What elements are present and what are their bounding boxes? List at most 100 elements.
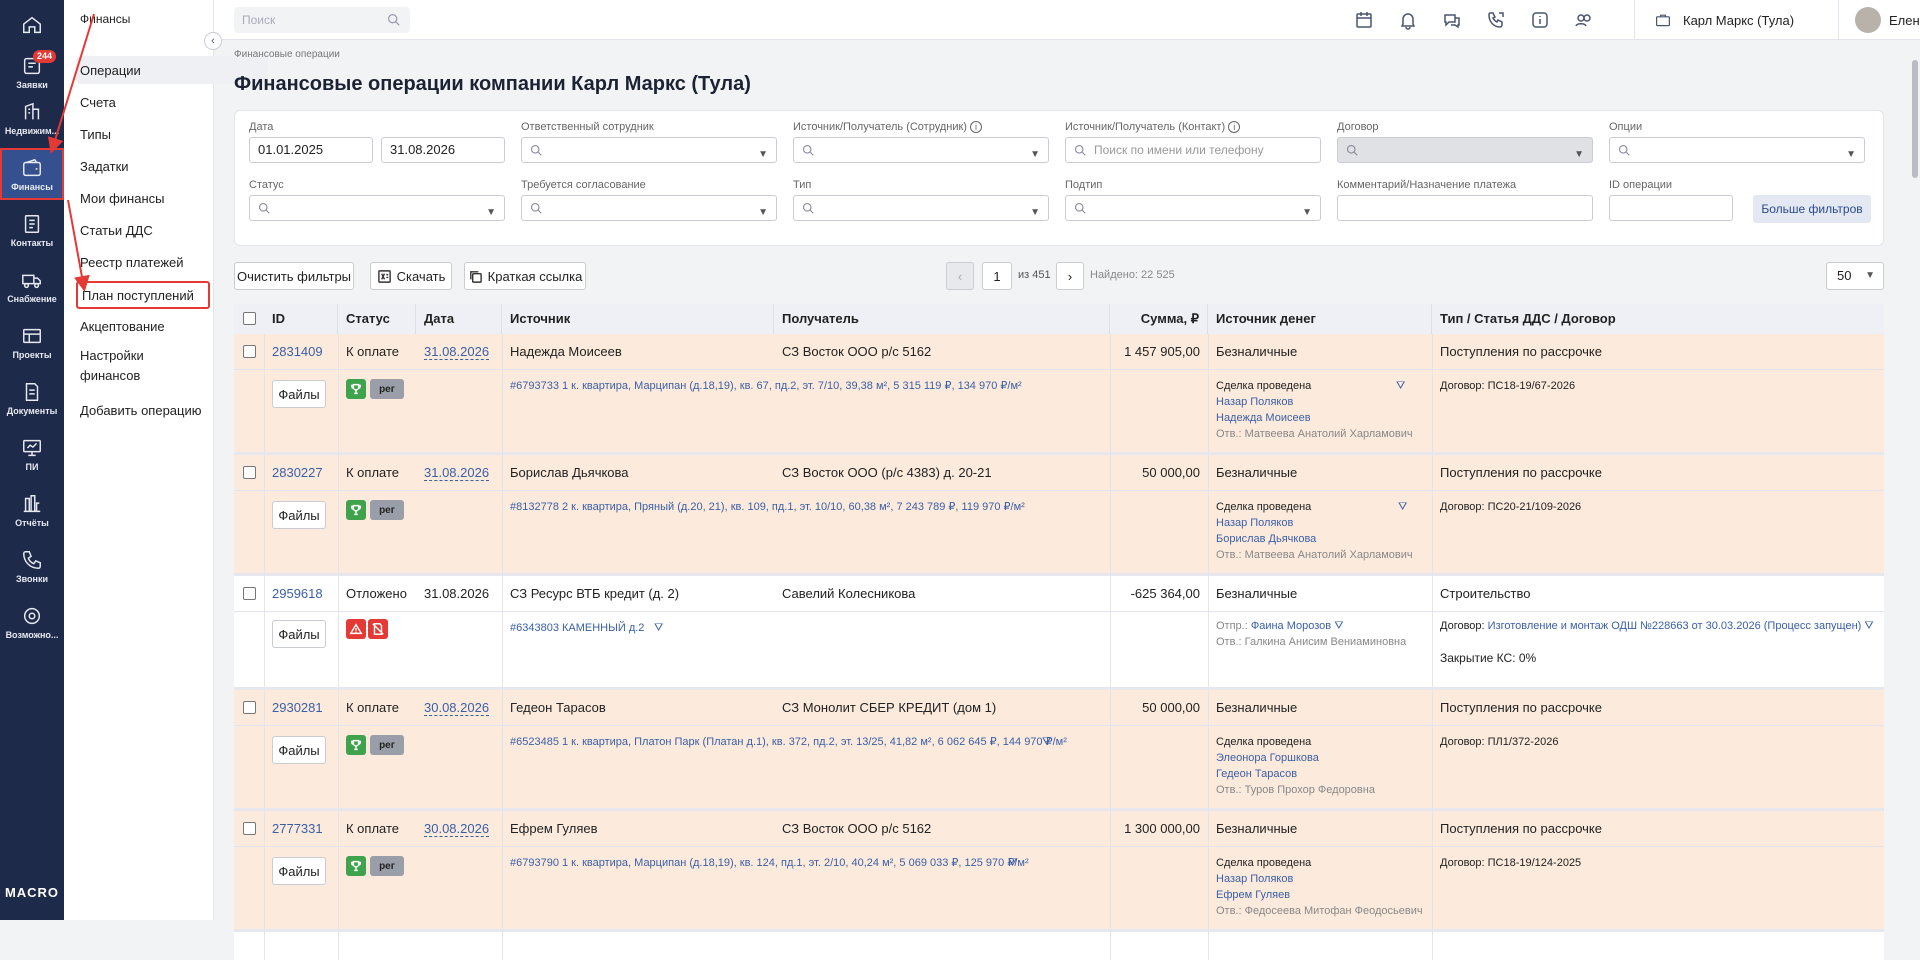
table-row[interactable]: 2959618 Отложено 31.08.2026 СЗ Ресурс ВТ… — [234, 576, 1884, 690]
col-source[interactable]: Источник — [502, 304, 774, 334]
table-row[interactable]: 2830227 К оплате 31.08.2026 Борислав Дья… — [234, 455, 1884, 576]
source-employee-select[interactable]: ▼ — [793, 137, 1049, 163]
operation-id-link[interactable]: 2959618 — [264, 576, 338, 612]
contract-select[interactable]: ▼ — [1337, 137, 1593, 163]
date-link[interactable]: 30.08.2026 — [424, 700, 490, 716]
approval-select[interactable]: ▼ — [521, 195, 777, 221]
rail-realty[interactable]: Недвижим... — [0, 92, 64, 144]
clear-filters-button[interactable]: Очистить фильтры — [234, 262, 354, 290]
type-select[interactable]: ▼ — [793, 195, 1049, 221]
table-row[interactable]: 2831409 К оплате 31.08.2026 Надежда Моис… — [234, 334, 1884, 455]
operation-id-input[interactable] — [1609, 195, 1733, 221]
short-link-button[interactable]: Краткая ссылка — [464, 262, 586, 290]
global-search-input[interactable]: Поиск — [234, 7, 410, 33]
operation-id-link[interactable]: 2777331 — [264, 811, 338, 847]
submenu-item-finance-settings[interactable]: Настройки финансов — [76, 346, 196, 386]
files-button[interactable]: Файлы — [272, 736, 326, 764]
date-link[interactable]: 31.08.2026 — [424, 344, 490, 360]
subtype-select[interactable]: ▼ — [1065, 195, 1321, 221]
options-select[interactable]: ▼ — [1609, 137, 1865, 163]
phone-call-icon[interactable] — [1486, 10, 1506, 30]
per-page-select[interactable]: 50 ▼ — [1826, 262, 1884, 290]
col-status[interactable]: Статус — [338, 304, 416, 334]
prev-page-button[interactable]: ‹ — [946, 262, 974, 290]
files-button[interactable]: Файлы — [272, 501, 326, 529]
rail-contacts[interactable]: Контакты — [0, 204, 64, 256]
person-link[interactable]: Надежда Моисеев — [1216, 410, 1311, 426]
rail-documents[interactable]: Документы — [0, 372, 64, 424]
info-circle-icon[interactable]: i — [970, 121, 983, 133]
person-link[interactable]: Элеонора Горшкова — [1216, 750, 1319, 766]
next-page-button[interactable]: › — [1056, 262, 1084, 290]
collapse-submenu-button[interactable]: ‹ — [204, 32, 222, 50]
users-icon[interactable] — [1574, 10, 1594, 30]
info-icon[interactable] — [1530, 10, 1550, 30]
person-link[interactable]: Назар Поляков — [1216, 394, 1293, 410]
person-link[interactable]: Назар Поляков — [1216, 871, 1293, 887]
rail-features[interactable]: Возможно... — [0, 596, 64, 648]
bell-icon[interactable] — [1398, 10, 1418, 30]
col-amount[interactable]: Сумма, ₽ — [1110, 304, 1208, 334]
contract-link[interactable]: Изготовление и монтаж ОДШ №228663 от 30.… — [1488, 620, 1862, 632]
source-contact-input[interactable]: Поиск по имени или телефону — [1065, 137, 1321, 163]
operation-id-link[interactable]: 2930281 — [264, 690, 338, 726]
page-scrollbar[interactable] — [1910, 48, 1920, 920]
property-link[interactable]: #6793790 1 к. квартира, Марципан (д.18,1… — [510, 855, 1029, 871]
rail-supply[interactable]: Снабжение — [0, 260, 64, 312]
row-checkbox[interactable] — [243, 701, 256, 714]
rail-pi[interactable]: ПИ — [0, 428, 64, 480]
filter-icon[interactable]: ⛛ — [1334, 620, 1343, 632]
files-button[interactable]: Файлы — [272, 857, 326, 885]
comment-input[interactable] — [1337, 195, 1593, 221]
filter-icon[interactable]: ⛛ — [1008, 855, 1017, 871]
scrollbar-thumb[interactable] — [1912, 60, 1918, 178]
user-menu[interactable]: Елена А. — [1838, 0, 1920, 40]
responsible-select[interactable]: ▼ — [521, 137, 777, 163]
table-row[interactable]: 2777331 К оплате 30.08.2026 Ефрем Гуляев… — [234, 811, 1884, 932]
calendar-icon[interactable] — [1354, 10, 1374, 30]
person-link[interactable]: Ефрем Гуляев — [1216, 887, 1290, 903]
files-button[interactable]: Файлы — [272, 620, 326, 648]
col-date[interactable]: Дата — [416, 304, 502, 334]
rail-projects[interactable]: Проекты — [0, 316, 64, 368]
person-link[interactable]: Борислав Дьячкова — [1216, 531, 1316, 547]
property-link[interactable]: #6793733 1 к. квартира, Марципан (д.18,1… — [510, 378, 1022, 394]
breadcrumb[interactable]: Финансовые операции — [234, 49, 340, 60]
person-link[interactable]: Назар Поляков — [1216, 515, 1293, 531]
info-circle-icon[interactable]: i — [1228, 121, 1241, 133]
date-link[interactable]: 30.08.2026 — [424, 821, 490, 837]
date-link[interactable]: 31.08.2026 — [424, 465, 490, 481]
files-button[interactable]: Файлы — [272, 380, 326, 408]
operation-id-link[interactable]: 2830227 — [264, 455, 338, 491]
col-money-source[interactable]: Источник денег — [1208, 304, 1432, 334]
date-to-input[interactable]: 31.08.2026 — [381, 137, 505, 163]
row-checkbox[interactable] — [243, 345, 256, 358]
row-checkbox[interactable] — [243, 822, 256, 835]
filter-icon[interactable]: ⛛ — [1396, 378, 1405, 394]
select-all-checkbox[interactable] — [243, 312, 256, 325]
row-checkbox[interactable] — [243, 587, 256, 600]
person-link[interactable]: Гедеон Тарасов — [1216, 766, 1297, 782]
sender-link[interactable]: Фаина Морозов — [1251, 620, 1331, 632]
rail-finance[interactable]: Финансы — [0, 148, 64, 200]
table-row[interactable]: 2930281 К оплате 30.08.2026 Гедеон Тарас… — [234, 690, 1884, 811]
col-type[interactable]: Тип / Статья ДДС / Договор — [1432, 304, 1884, 334]
col-receiver[interactable]: Получатель — [774, 304, 1110, 334]
status-select[interactable]: ▼ — [249, 195, 505, 221]
company-switcher[interactable]: Карл Маркс (Тула) — [1634, 0, 1834, 40]
filter-icon[interactable]: ⛛ — [1042, 734, 1051, 750]
page-number-input[interactable]: 1 — [982, 262, 1012, 290]
row-checkbox[interactable] — [243, 466, 256, 479]
date-from-input[interactable]: 01.01.2025 — [249, 137, 373, 163]
property-link[interactable]: #6523485 1 к. квартира, Платон Парк (Пла… — [510, 734, 1067, 750]
operation-id-link[interactable]: 2831409 — [264, 334, 338, 370]
rail-calls[interactable]: Звонки — [0, 540, 64, 592]
property-link[interactable]: #6343803 КАМЕННЫЙ д.2 — [510, 620, 644, 636]
rail-requests[interactable]: 244 Заявки — [0, 46, 64, 98]
filter-icon[interactable]: ⛛ — [654, 620, 663, 636]
filter-icon[interactable]: ⛛ — [1398, 499, 1407, 515]
submenu-item-receipts-plan[interactable]: План поступлений — [76, 281, 210, 309]
col-id[interactable]: ID — [264, 304, 338, 334]
chat-icon[interactable] — [1442, 10, 1462, 30]
download-button[interactable]: Скачать — [370, 262, 452, 290]
